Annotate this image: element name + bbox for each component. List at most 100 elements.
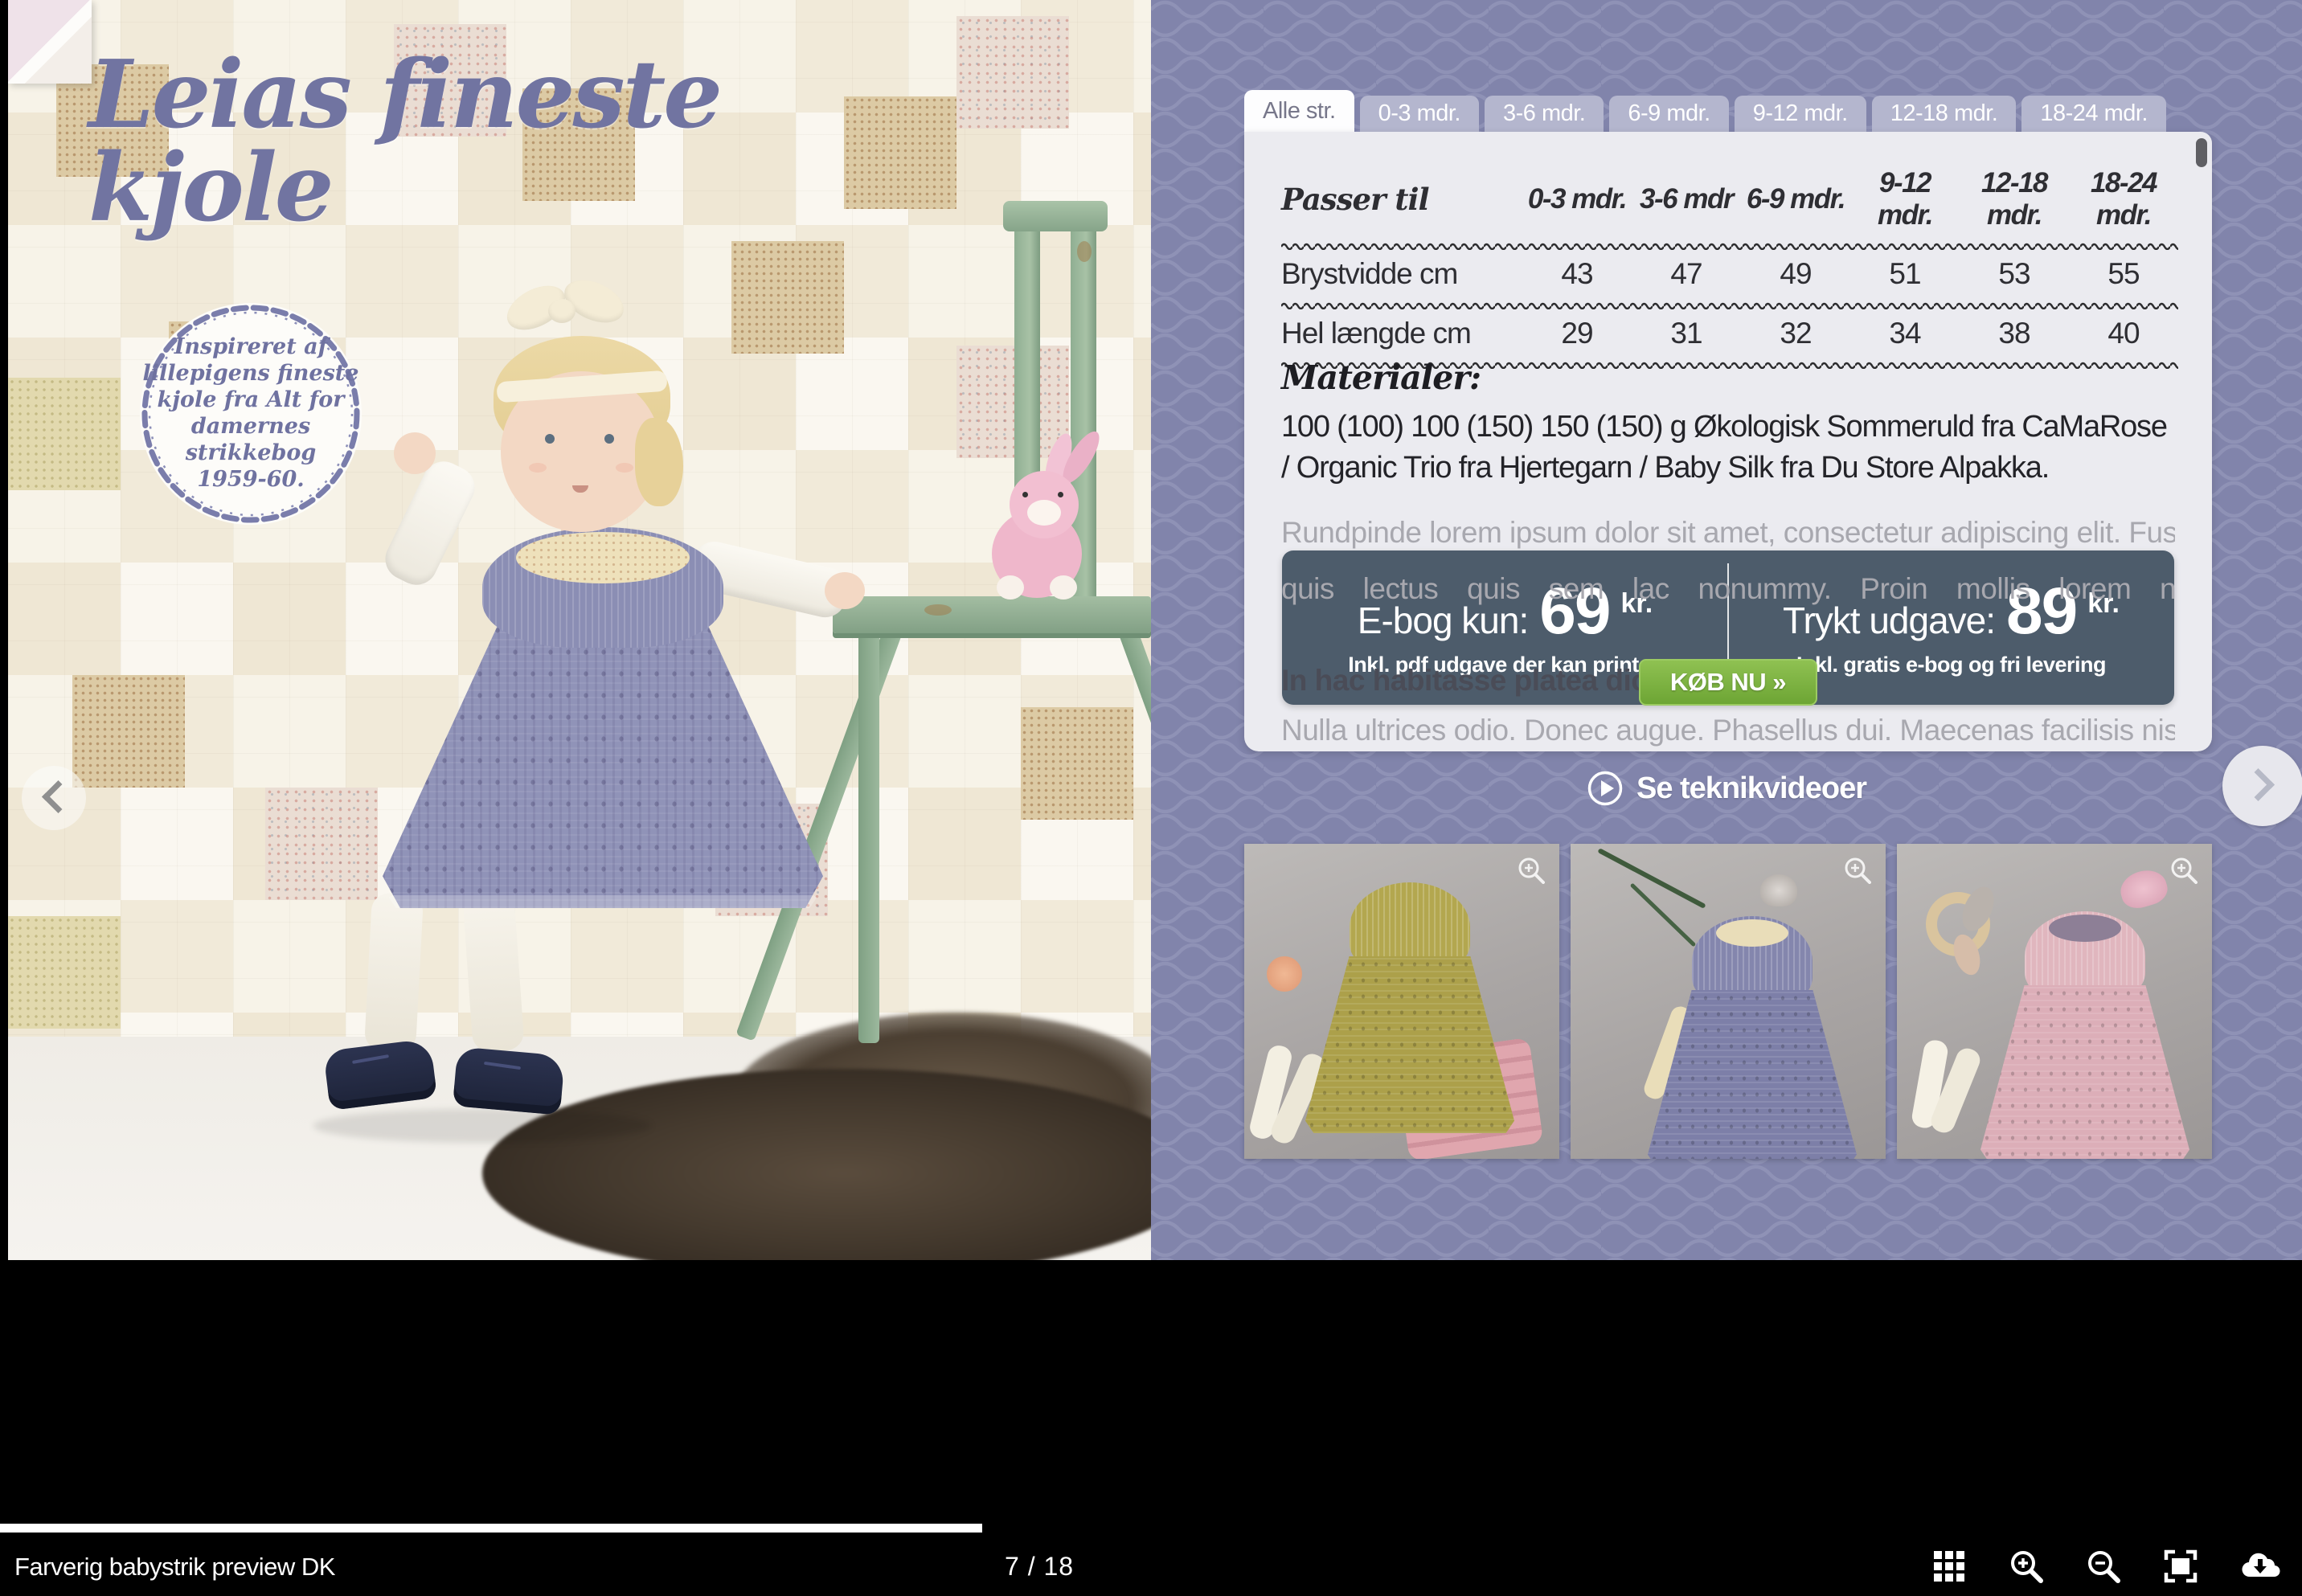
chair-top-rail [1003, 201, 1108, 231]
table-row-label: Brystvidde cm [1281, 249, 1522, 299]
quilt-square [956, 16, 1069, 129]
baby-sock [364, 892, 424, 1052]
flower-accessory [1267, 956, 1302, 992]
badge-line: Inspireret af [133, 334, 369, 361]
hidden-pattern-text: Rundpinde lorem ipsum dolor sit amet, co… [1281, 516, 2175, 550]
headband-bow-knot [548, 299, 576, 323]
dress-skirt [1980, 985, 2189, 1159]
thumbnail-pink-dress[interactable] [1897, 844, 2212, 1159]
size-table-header: 12-18 mdr. [1960, 162, 2069, 239]
dress-skirt [1305, 956, 1514, 1133]
baby-eye [545, 434, 555, 444]
table-cell: 43 [1522, 249, 1632, 299]
bow-accessory [2116, 866, 2171, 912]
materials-heading: Materialer: [1281, 358, 1481, 397]
table-cell: 34 [1850, 309, 1960, 358]
quilt-square [844, 96, 956, 209]
zoom-out-icon [2085, 1548, 2122, 1585]
size-tab-18-24[interactable]: 18-24 mdr. [2021, 96, 2166, 132]
zoom-in-button[interactable] [2008, 1548, 2045, 1585]
download-button[interactable] [2239, 1548, 2276, 1585]
hidden-pattern-text: Nulla ultrices odio. Donec augue. Phasel… [1281, 714, 2175, 747]
reading-progress-bar[interactable] [0, 1524, 982, 1533]
grid-icon [1931, 1548, 1968, 1585]
baby-eye [604, 434, 614, 444]
scrollbar-thumb[interactable] [2196, 138, 2207, 167]
baby-hand-left [394, 432, 436, 474]
quilt-square [731, 241, 844, 354]
wavy-separator [1281, 239, 2178, 249]
materials-text: 100 (100) 100 (150) 150 (150) g Økologis… [1281, 407, 2169, 489]
bunny-eye [1058, 492, 1063, 497]
quilt-square [1021, 707, 1133, 820]
flipbook-viewer: Leias fineste kjole Inspireret af lillep… [0, 0, 2302, 1596]
zoom-out-button[interactable] [2085, 1548, 2122, 1585]
magnifier-icon[interactable] [1516, 855, 1548, 887]
technique-videos-label: Se teknikvideoer [1636, 771, 1866, 806]
page-indicator: 7 / 18 [1005, 1552, 1074, 1582]
table-cell: 40 [2069, 309, 2178, 358]
download-icon [2239, 1548, 2281, 1585]
badge-line: lillepigens fineste [133, 361, 369, 387]
page-curl[interactable] [8, 0, 92, 84]
bow-accessory [1760, 874, 1797, 906]
next-page-button[interactable] [2222, 746, 2302, 826]
magnifier-icon[interactable] [2169, 855, 2201, 887]
document-title: Farverig babystrik preview DK [14, 1553, 335, 1582]
quilt-square [8, 378, 121, 490]
size-tab-12-18[interactable]: 12-18 mdr. [1872, 96, 2017, 132]
fullscreen-button[interactable] [2162, 1548, 2199, 1585]
size-tab-0-3[interactable]: 0-3 mdr. [1360, 96, 1479, 132]
dress-collar [2049, 915, 2121, 942]
size-tabs: Alle str. 0-3 mdr. 3-6 mdr. 6-9 mdr. 9-1… [1244, 90, 2222, 132]
dress-collar [1716, 919, 1788, 947]
left-page-photo: Leias fineste kjole Inspireret af lillep… [8, 0, 1151, 1260]
table-cell: 31 [1632, 309, 1741, 358]
size-table-header: 9-12 mdr. [1850, 162, 1960, 239]
table-row-label: Hel længde cm [1281, 309, 1522, 358]
bunny-muzzle [1027, 500, 1061, 526]
viewer-toolbar [1931, 1548, 2276, 1585]
buy-now-button[interactable]: KØB NU » [1639, 659, 1817, 706]
baby-shadow [313, 1109, 651, 1143]
quilt-square [72, 675, 185, 788]
size-tab-alle-str[interactable]: Alle str. [1244, 90, 1354, 132]
baby-shoe [453, 1046, 565, 1115]
wavy-separator [1281, 299, 2178, 309]
viewer-bottom-bar: Farverig babystrik preview DK 7 / 18 [0, 1260, 2302, 1596]
dress-photo-purple [1648, 916, 1857, 1159]
magnifier-icon[interactable] [1842, 855, 1874, 887]
thumbnail-grid-button[interactable] [1931, 1548, 1968, 1585]
badge-line: damernes strikkebog [133, 414, 369, 467]
size-table-header: 18-24 mdr. [2069, 162, 2178, 239]
size-tab-3-6[interactable]: 3-6 mdr. [1485, 96, 1604, 132]
fullscreen-icon [2162, 1548, 2199, 1585]
size-tab-9-12[interactable]: 9-12 mdr. [1735, 96, 1866, 132]
chevron-left-icon [41, 780, 74, 813]
size-tab-6-9[interactable]: 6-9 mdr. [1609, 96, 1728, 132]
bunny-foot [997, 575, 1024, 600]
dress-photo-pink [1980, 911, 2189, 1159]
table-cell: 32 [1741, 309, 1850, 358]
page-title: Leias fineste kjole [88, 48, 748, 235]
prev-page-button[interactable] [22, 766, 86, 830]
inspiration-badge: Inspireret af lillepigens fineste kjole … [133, 296, 369, 532]
dress-photo-olive [1305, 882, 1514, 1133]
size-table-header: 6-9 mdr. [1741, 178, 1850, 223]
quilt-square [265, 788, 378, 900]
chevron-right-icon [2241, 768, 2274, 801]
size-table-header: 0-3 mdr. [1522, 178, 1632, 223]
play-icon [1587, 770, 1624, 807]
zoom-in-icon [2008, 1548, 2045, 1585]
thumbnail-olive-dress[interactable] [1244, 844, 1559, 1159]
baby-cheek [529, 463, 547, 473]
product-thumbnails [1244, 844, 2212, 1159]
badge-line: kjole fra Alt for [133, 387, 369, 414]
quilt-square [956, 346, 1069, 458]
technique-videos-link[interactable]: Se teknikvideoer [1151, 770, 2302, 807]
table-cell: 47 [1632, 249, 1741, 299]
thumbnail-purple-dress[interactable] [1571, 844, 1886, 1159]
bunny-eye [1022, 492, 1028, 497]
bunny-foot [1050, 575, 1077, 600]
size-table-header: Passer til [1281, 177, 1522, 225]
